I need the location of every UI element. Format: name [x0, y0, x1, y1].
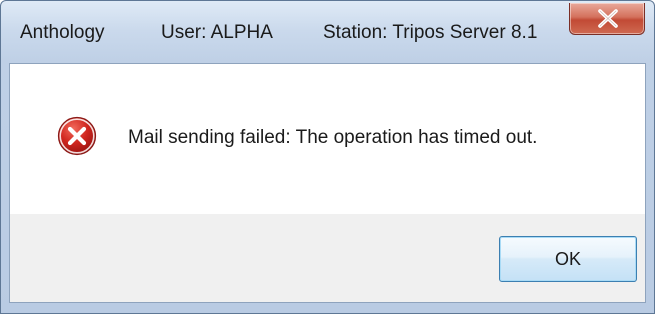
error-icon [57, 116, 97, 156]
title-station: Station: Tripos Server 8.1 [323, 22, 538, 43]
close-button[interactable] [569, 3, 645, 35]
message-area: Mail sending failed: The operation has t… [10, 64, 645, 214]
title-bar[interactable]: Anthology User: ALPHA Station: Tripos Se… [1, 1, 654, 63]
title-user: User: ALPHA [161, 22, 273, 43]
ok-button[interactable]: OK [499, 236, 637, 282]
close-x-icon [598, 9, 618, 28]
error-message: Mail sending failed: The operation has t… [128, 127, 538, 148]
title-app-name: Anthology [20, 22, 105, 43]
dialog-window: Anthology User: ALPHA Station: Tripos Se… [0, 0, 655, 314]
dialog-client-area: Mail sending failed: The operation has t… [9, 63, 646, 303]
button-bar: OK [10, 214, 645, 302]
